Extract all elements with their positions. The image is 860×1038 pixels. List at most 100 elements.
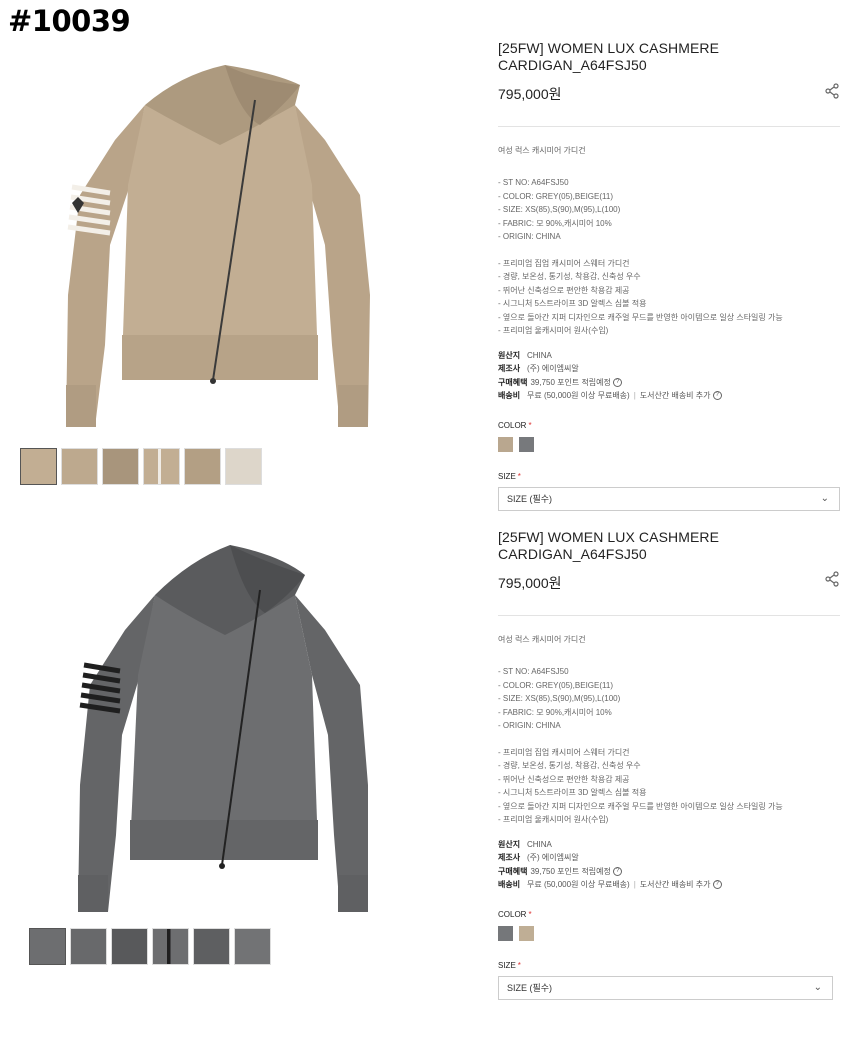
origin-label: 원산지: [498, 839, 521, 849]
product-price: 795,000원: [498, 86, 562, 102]
shipping-value: 무료 (50,000원 이상 무료배송): [527, 391, 630, 400]
product-subtitle: 여성 럭스 캐시미어 가디건: [498, 146, 586, 155]
color-swatches: [498, 925, 840, 941]
product-main-image[interactable]: [50, 535, 390, 930]
color-label: COLOR *: [498, 910, 840, 919]
product-meta: 원산지 CHINA 제조사 (주) 에이엠씨알 구매혜택 39,750 포인트 적립예…: [498, 349, 840, 403]
thumbnail-strip: [20, 448, 266, 485]
thumbnail-4[interactable]: [152, 928, 189, 965]
thumbnail-4[interactable]: [143, 448, 180, 485]
separator: |: [633, 880, 636, 889]
benefit-label: 구매혜택: [498, 866, 528, 876]
required-mark: *: [517, 471, 521, 481]
benefit-value: 39,750 포인트 적립예정: [530, 377, 611, 387]
spec-item: - SIZE: XS(85),S(90),M(95),L(100): [498, 694, 621, 703]
separator: |: [633, 391, 636, 400]
required-mark: *: [528, 909, 532, 919]
maker-label: 제조사: [498, 364, 521, 373]
feature-item: - 프리미엄 울캐시미어 원사(수입): [498, 326, 609, 335]
feature-list: - 프리미엄 집업 캐시미어 스웨터 가디건 - 경량, 보온성, 통기성, 착…: [498, 257, 840, 338]
thumbnail-1[interactable]: [29, 928, 66, 965]
feature-item: - 뛰어난 신축성으로 편안한 착용감 제공: [498, 774, 630, 784]
chevron-down-icon: ⌄: [820, 492, 829, 504]
required-mark: *: [528, 420, 532, 430]
thumbnail-6[interactable]: [225, 448, 262, 485]
divider: [498, 126, 840, 127]
spec-item: - ST NO: A64FSJ50: [498, 178, 569, 187]
maker-value: (주) 에이엠씨알: [527, 853, 579, 862]
size-select-value: SIZE (필수): [507, 493, 553, 504]
feature-item: - 프리미엄 집업 캐시미어 스웨터 가디건: [498, 747, 630, 757]
thumbnail-5[interactable]: [184, 448, 221, 485]
size-label: SIZE *: [498, 961, 840, 970]
spec-item: - ORIGIN: CHINA: [498, 232, 561, 241]
color-swatch-beige[interactable]: [498, 436, 513, 452]
feature-item: - 경량, 보온성, 통기성, 착용감, 신축성 우수: [498, 761, 641, 770]
size-select-value: SIZE (필수): [507, 982, 553, 993]
thumbnail-2[interactable]: [70, 928, 107, 965]
feature-item: - 프리미엄 집업 캐시미어 스웨터 가디건: [498, 258, 630, 268]
required-mark: *: [517, 960, 521, 970]
product-info: [25FW] WOMEN LUX CASHMERE CARDIGAN_A64FS…: [498, 40, 840, 511]
origin-value: CHINA: [527, 839, 552, 849]
size-label-text: SIZE: [498, 471, 516, 481]
shipping-extra: 도서산간 배송비 추가: [639, 391, 711, 400]
thumbnail-5[interactable]: [193, 928, 230, 965]
spec-item: - COLOR: GREY(05),BEIGE(11): [498, 191, 613, 201]
spec-item: - FABRIC: 모 90%,캐시미어 10%: [498, 707, 612, 717]
shipping-label: 배송비: [498, 391, 521, 400]
product-title: [25FW] WOMEN LUX CASHMERE CARDIGAN_A64FS…: [498, 40, 720, 73]
thumbnail-2[interactable]: [61, 448, 98, 485]
shipping-value: 무료 (50,000원 이상 무료배송): [527, 880, 630, 889]
size-label: SIZE *: [498, 472, 840, 481]
divider: [498, 615, 840, 616]
color-swatches: [498, 436, 840, 452]
spec-item: - ORIGIN: CHINA: [498, 721, 561, 730]
spec-item: - SIZE: XS(85),S(90),M(95),L(100): [498, 205, 621, 214]
origin-value: CHINA: [527, 350, 552, 360]
grey-cardigan-illustration: [78, 545, 368, 912]
share-icon[interactable]: [824, 83, 840, 99]
color-swatch-grey[interactable]: [498, 925, 513, 941]
benefit-label: 구매혜택: [498, 377, 528, 387]
color-swatch-grey[interactable]: [519, 436, 534, 452]
thumbnail-1[interactable]: [20, 448, 57, 485]
maker-label: 제조사: [498, 853, 521, 862]
help-icon[interactable]: ?: [712, 391, 722, 401]
color-label: COLOR *: [498, 421, 840, 430]
feature-item: - 옆으로 돌아간 지퍼 디자인으로 캐주얼 무드를 반영한 아이템으로 일상 …: [498, 312, 783, 322]
spec-list: - ST NO: A64FSJ50 - COLOR: GREY(05),BEIG…: [498, 176, 840, 244]
spec-item: - FABRIC: 모 90%,캐시미어 10%: [498, 218, 612, 228]
feature-item: - 시그니처 5스트라이프 3D 알렉스 심볼 적용: [498, 299, 647, 308]
spec-item: - COLOR: GREY(05),BEIGE(11): [498, 680, 613, 690]
size-select[interactable]: SIZE (필수) ⌄: [498, 975, 833, 1000]
help-icon[interactable]: ?: [613, 866, 623, 876]
thumbnail-3[interactable]: [102, 448, 139, 485]
product-info: [25FW] WOMEN LUX CASHMERE CARDIGAN_A64FS…: [498, 529, 840, 1000]
spec-item: - ST NO: A64FSJ50: [498, 667, 569, 676]
help-icon[interactable]: ?: [613, 377, 623, 387]
beige-cardigan-illustration: [66, 65, 370, 427]
maker-value: (주) 에이엠씨알: [527, 364, 579, 373]
spec-list: - ST NO: A64FSJ50 - COLOR: GREY(05),BEIG…: [498, 665, 840, 733]
color-label-text: COLOR: [498, 909, 527, 919]
thumbnail-3[interactable]: [111, 928, 148, 965]
chevron-down-icon: ⌄: [813, 981, 822, 993]
origin-label: 원산지: [498, 350, 521, 360]
product-subtitle: 여성 럭스 캐시미어 가디건: [498, 635, 586, 644]
product-meta: 원산지 CHINA 제조사 (주) 에이엠씨알 구매혜택 39,750 포인트 적립예…: [498, 838, 840, 892]
shipping-label: 배송비: [498, 880, 521, 889]
color-label-text: COLOR: [498, 420, 527, 430]
thumbnail-strip: [29, 928, 275, 965]
benefit-value: 39,750 포인트 적립예정: [530, 866, 611, 876]
thumbnail-6[interactable]: [234, 928, 271, 965]
feature-item: - 뛰어난 신축성으로 편안한 착용감 제공: [498, 285, 630, 295]
size-select[interactable]: SIZE (필수) ⌄: [498, 486, 840, 511]
feature-item: - 경량, 보온성, 통기성, 착용감, 신축성 우수: [498, 272, 641, 281]
page-id: #10039: [8, 4, 131, 38]
share-icon[interactable]: [824, 571, 840, 587]
help-icon[interactable]: ?: [712, 880, 722, 890]
feature-list: - 프리미엄 집업 캐시미어 스웨터 가디건 - 경량, 보온성, 통기성, 착…: [498, 746, 840, 827]
product-main-image[interactable]: [50, 45, 390, 440]
color-swatch-beige[interactable]: [519, 925, 534, 941]
